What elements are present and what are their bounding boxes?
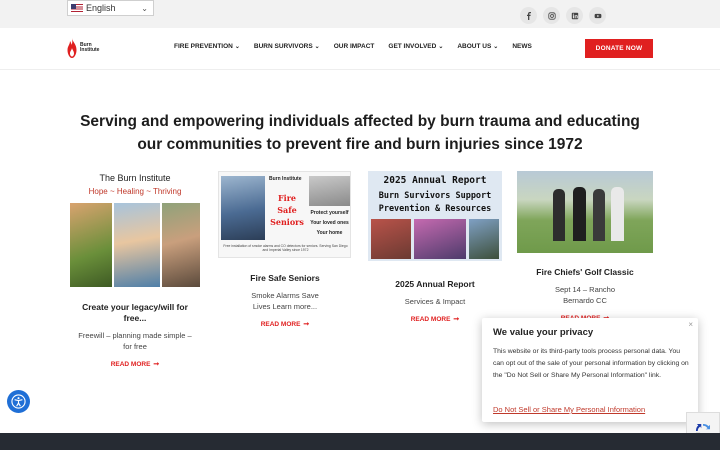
linkedin-icon[interactable]	[566, 7, 583, 24]
card-title: Fire Safe Seniors	[250, 273, 320, 283]
do-not-sell-link[interactable]: Do Not Sell or Share My Personal Informa…	[493, 405, 645, 414]
youtube-icon[interactable]	[589, 7, 606, 24]
chevron-down-icon: ⌄	[141, 4, 148, 13]
fire-safe-seniors-image[interactable]: Burn Institute Fire Safe Seniors Protect…	[218, 171, 351, 258]
card-description: Smoke Alarms Save Lives Learn more...	[251, 291, 319, 311]
photo	[309, 176, 350, 206]
social-links	[520, 7, 606, 24]
card-description: Sept 14 – Rancho Bernardo CC	[554, 285, 616, 305]
chevron-down-icon: ⌄	[438, 44, 444, 50]
facebook-icon[interactable]	[520, 7, 537, 24]
site-footer	[0, 433, 720, 450]
read-more-link[interactable]: READ MORE➞	[261, 320, 310, 329]
person	[611, 187, 624, 241]
person	[573, 187, 586, 241]
read-more-link[interactable]: READ MORE➞	[411, 315, 460, 324]
nav-about-us[interactable]: ABOUT US ⌄	[457, 43, 498, 50]
accessibility-icon	[11, 394, 26, 409]
person	[593, 189, 605, 241]
card-description: Freewill – planning made simple – for fr…	[78, 331, 192, 351]
arrow-right-icon: ➞	[453, 316, 460, 323]
photo	[414, 219, 466, 259]
child-photo	[70, 203, 112, 287]
arrow-right-icon: ➞	[303, 321, 310, 328]
privacy-body: This website or its third-party tools pr…	[493, 348, 689, 379]
card-title: Create your legacy/will for free...	[82, 302, 188, 323]
nav-news[interactable]: NEWS	[512, 43, 532, 50]
person	[553, 189, 565, 241]
read-more-link[interactable]: READ MORE➞	[111, 360, 160, 369]
legacy-card-image[interactable]: The Burn Institute Hope ~ Healing ~ Thri…	[70, 171, 200, 287]
child-photo	[162, 203, 200, 287]
hero-headline: Serving and empowering individuals affec…	[80, 113, 640, 153]
photo	[221, 176, 265, 240]
nav-fire-prevention[interactable]: FIRE PREVENTION ⌄	[174, 43, 240, 50]
main-nav: FIRE PREVENTION ⌄ BURN SURVIVORS ⌄ OUR IMP…	[174, 43, 546, 50]
language-label: English	[86, 3, 116, 13]
card-golf-classic: Fire Chiefs' Golf Classic Sept 14 – Ranc…	[526, 267, 644, 325]
card-annual-report: 2025 Annual Report Services & Impact REA…	[376, 279, 494, 326]
us-flag-icon	[71, 4, 83, 12]
language-selector[interactable]: English ⌄	[67, 0, 154, 16]
card-description: Services & Impact	[404, 297, 466, 306]
instagram-icon[interactable]	[543, 7, 560, 24]
card-title: Fire Chiefs' Golf Classic	[536, 267, 634, 277]
donate-button[interactable]: DONATE NOW	[585, 39, 653, 58]
card-fire-safe-seniors: Fire Safe Seniors Smoke Alarms Save Live…	[226, 273, 344, 331]
site-header: Burn Institute FIRE PREVENTION ⌄ BURN SURV…	[0, 28, 720, 70]
golf-classic-image[interactable]	[517, 171, 653, 253]
close-icon[interactable]: ×	[688, 320, 693, 329]
chevron-down-icon: ⌄	[314, 44, 320, 50]
chevron-down-icon: ⌄	[493, 44, 499, 50]
nav-burn-survivors[interactable]: BURN SURVIVORS ⌄	[254, 43, 320, 50]
child-photo	[114, 203, 160, 287]
burn-institute-logo[interactable]: Burn Institute	[66, 36, 106, 60]
privacy-title: We value your privacy	[493, 327, 594, 338]
card-title: 2025 Annual Report	[395, 279, 475, 289]
nav-our-impact[interactable]: OUR IMPACT	[334, 43, 375, 50]
photo	[469, 219, 499, 259]
top-bar: English ⌄	[0, 0, 720, 28]
arrow-right-icon: ➞	[153, 361, 160, 368]
privacy-consent-panel: × We value your privacy This website or …	[482, 318, 698, 422]
photo	[371, 219, 411, 259]
nav-get-involved[interactable]: GET INVOLVED ⌄	[388, 43, 443, 50]
flame-icon	[67, 38, 77, 58]
chevron-down-icon: ⌄	[234, 44, 240, 50]
card-legacy: Create your legacy/will for free... Free…	[78, 302, 192, 371]
logo-text: Burn Institute	[80, 42, 100, 53]
accessibility-button[interactable]	[7, 390, 30, 413]
annual-report-image[interactable]: 2025 Annual Report Burn Survivors Suppor…	[368, 171, 502, 261]
